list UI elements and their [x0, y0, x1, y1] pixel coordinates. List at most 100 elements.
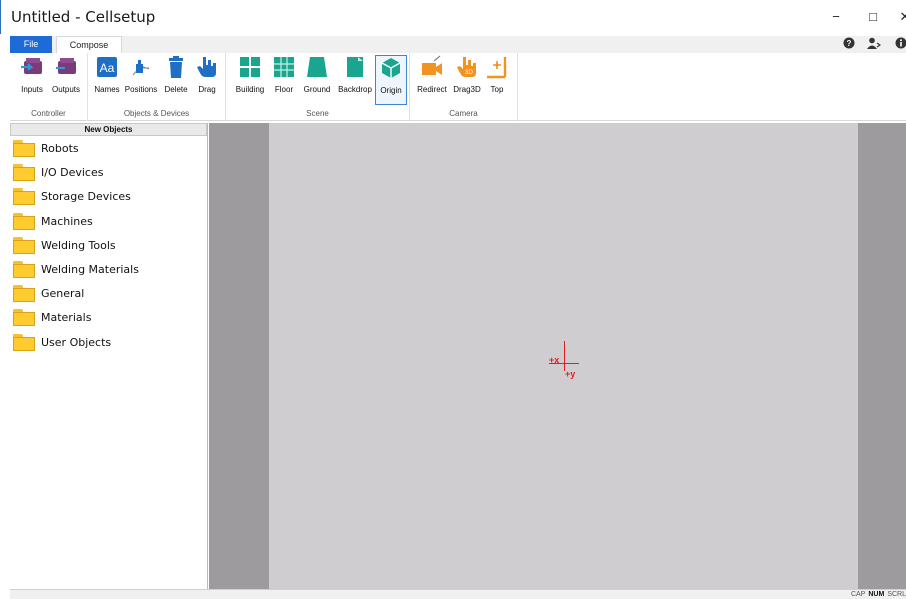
drag3d-button[interactable]: 3D Drag3D — [450, 55, 484, 99]
redirect-button[interactable]: Redirect — [414, 55, 450, 99]
tree-item-welding-tools[interactable]: Welding Tools — [10, 233, 207, 257]
group-label-camera: Camera — [449, 109, 478, 118]
scene-viewport[interactable]: +x +y — [209, 123, 906, 589]
drag3d-icon: 3D — [455, 55, 479, 79]
ribbon-group-objects-devices: Aa Names Positions Delete Drag Objects &… — [88, 53, 226, 121]
tree-item-machines[interactable]: Machines — [10, 209, 207, 233]
ribbon-group-controller: Inputs Outputs Controller — [10, 53, 88, 121]
y-axis-line — [564, 341, 565, 371]
names-label: Names — [94, 85, 120, 94]
top-icon — [485, 55, 509, 79]
outputs-button[interactable]: Outputs — [48, 55, 84, 99]
object-tree: Robots I/O Devices Storage Devices Machi… — [10, 136, 207, 354]
y-axis-label: +y — [565, 369, 576, 379]
outputs-label: Outputs — [51, 85, 80, 94]
top-button[interactable]: Top — [484, 55, 510, 99]
tab-file[interactable]: File — [10, 36, 52, 53]
floor-label: Floor — [274, 85, 294, 94]
backdrop-label: Backdrop — [338, 85, 372, 94]
info-icon[interactable] — [894, 37, 906, 51]
folder-icon — [13, 212, 35, 230]
scrl-indicator: SCRL — [887, 591, 906, 598]
positions-label: Positions — [124, 85, 158, 94]
tree-item-label: User Objects — [41, 335, 112, 349]
tree-item-io-devices[interactable]: I/O Devices — [10, 160, 207, 184]
drag-icon — [195, 55, 219, 79]
user-icon[interactable] — [867, 37, 882, 51]
inputs-label: Inputs — [21, 85, 43, 94]
origin-button[interactable]: Origin — [375, 55, 407, 105]
building-button[interactable]: Building — [230, 55, 270, 99]
scene-canvas[interactable]: +x +y — [269, 123, 858, 589]
window-title: Untitled - Cellsetup — [11, 8, 156, 26]
delete-button[interactable]: Delete — [160, 55, 192, 99]
drag-label: Drag — [198, 85, 216, 94]
group-label-controller: Controller — [31, 109, 66, 118]
tree-item-welding-materials[interactable]: Welding Materials — [10, 257, 207, 281]
tree-item-label: General — [41, 287, 85, 301]
keyboard-indicators: CAP NUM SCRL — [848, 591, 906, 598]
folder-icon — [13, 260, 35, 278]
drag3d-label: Drag3D — [453, 85, 481, 94]
new-objects-panel: New Objects Robots I/O Devices Storage D… — [10, 123, 208, 589]
outputs-icon — [54, 55, 78, 79]
help-icon[interactable]: ? — [842, 37, 856, 51]
minimize-button[interactable]: − — [824, 6, 848, 28]
folder-icon — [13, 309, 35, 327]
num-indicator: NUM — [868, 591, 885, 598]
backdrop-button[interactable]: Backdrop — [336, 55, 374, 99]
positions-icon — [129, 55, 153, 79]
redirect-icon — [420, 55, 444, 79]
tree-item-label: Storage Devices — [41, 190, 131, 204]
ground-icon — [305, 55, 329, 79]
folder-icon — [13, 333, 35, 351]
names-icon: Aa — [95, 55, 119, 79]
origin-label: Origin — [380, 86, 402, 95]
building-label: Building — [235, 85, 265, 94]
folder-icon — [13, 188, 35, 206]
group-label-scene: Scene — [306, 109, 329, 118]
svg-text:?: ? — [847, 39, 852, 48]
folder-icon — [13, 164, 35, 182]
title-bar: Untitled - Cellsetup − □ ✕ — [0, 0, 906, 34]
ribbon-group-scene: Building Floor Ground Backdrop Origin Sc… — [226, 53, 410, 121]
maximize-button[interactable]: □ — [861, 6, 885, 28]
tree-item-storage-devices[interactable]: Storage Devices — [10, 184, 207, 208]
floor-icon — [272, 55, 296, 79]
tree-item-robots[interactable]: Robots — [10, 136, 207, 160]
ribbon-group-camera: Redirect 3D Drag3D Top Camera — [410, 53, 518, 121]
ground-button[interactable]: Ground — [298, 55, 336, 99]
top-label: Top — [490, 85, 504, 94]
folder-icon — [13, 140, 35, 157]
panel-header: New Objects — [10, 123, 207, 136]
floor-button[interactable]: Floor — [270, 55, 298, 99]
building-icon — [238, 55, 262, 79]
folder-icon — [13, 236, 35, 254]
tree-item-general[interactable]: General — [10, 281, 207, 305]
tree-item-user-objects[interactable]: User Objects — [10, 330, 207, 354]
ribbon-tab-bar: File Compose ? — [10, 36, 906, 53]
svg-text:Aa: Aa — [100, 61, 115, 75]
redirect-label: Redirect — [417, 85, 447, 94]
tree-item-label: Materials — [41, 311, 92, 325]
ribbon: Inputs Outputs Controller Aa Names Posit… — [10, 53, 906, 121]
x-axis-label: +x — [549, 355, 560, 365]
positions-button[interactable]: Positions — [122, 55, 160, 99]
tree-item-label: Welding Materials — [41, 262, 139, 276]
delete-label: Delete — [164, 85, 188, 94]
tree-item-materials[interactable]: Materials — [10, 305, 207, 329]
tree-item-label: Machines — [41, 214, 93, 228]
tab-compose[interactable]: Compose — [56, 36, 122, 53]
ground-label: Ground — [303, 85, 331, 94]
names-button[interactable]: Aa Names — [92, 55, 122, 99]
close-button[interactable]: ✕ — [893, 6, 906, 28]
tree-item-label: Robots — [41, 142, 79, 155]
delete-icon — [164, 55, 188, 79]
inputs-button[interactable]: Inputs — [16, 55, 48, 99]
status-bar: CAP NUM SCRL — [10, 589, 906, 599]
svg-text:3D: 3D — [465, 70, 473, 76]
folder-icon — [13, 285, 35, 303]
group-label-objects-devices: Objects & Devices — [123, 109, 190, 118]
origin-marker: +x +y — [549, 341, 589, 381]
drag-button[interactable]: Drag — [192, 55, 222, 99]
